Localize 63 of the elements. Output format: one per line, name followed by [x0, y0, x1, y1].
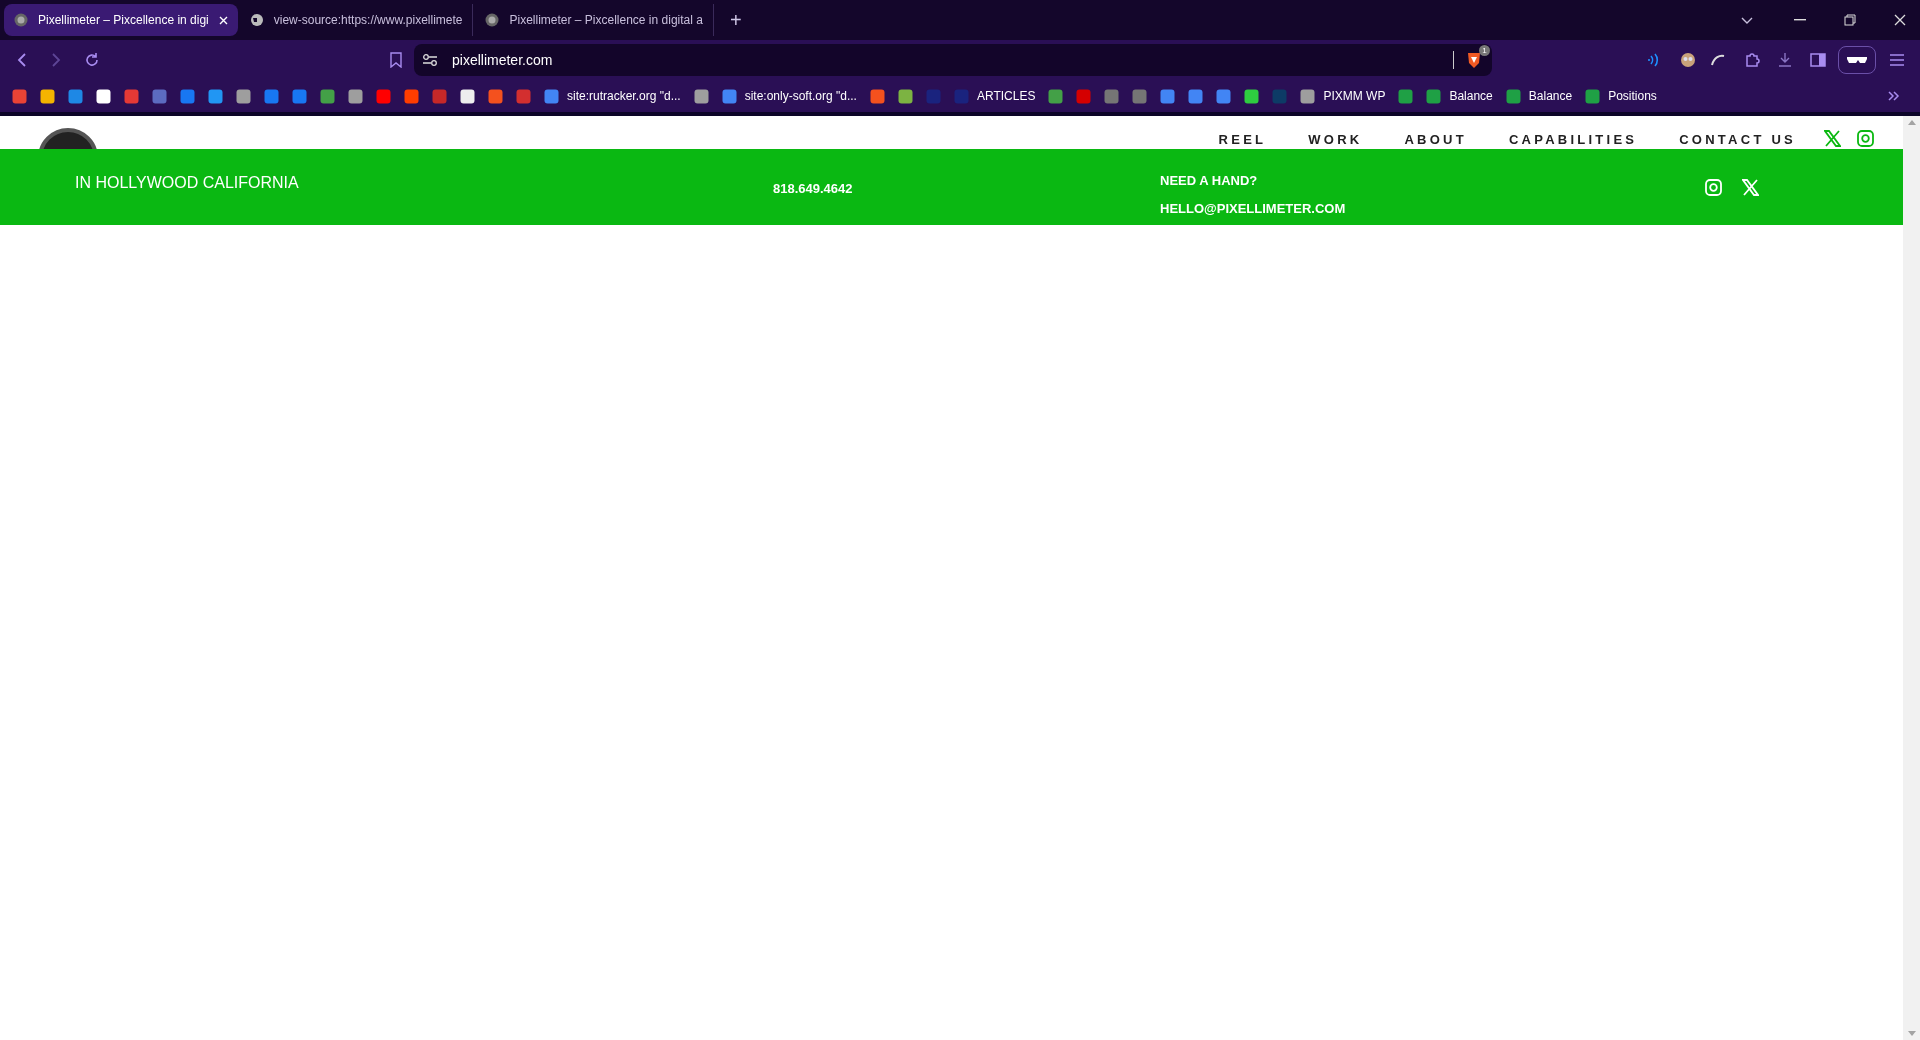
site-icon — [485, 13, 500, 27]
bookmark-button[interactable] — [236, 88, 251, 104]
bookmark-link[interactable]: ARTICLES — [953, 87, 1036, 105]
site-settings-icon[interactable] — [422, 53, 438, 67]
location-text: IN HOLLYWOOD CALIFORNIA — [75, 173, 300, 193]
extension-icon[interactable] — [1710, 53, 1726, 67]
bookmark-button[interactable] — [348, 88, 363, 104]
shield-icon[interactable] — [1466, 51, 1482, 69]
new-tab-button[interactable]: + — [723, 5, 748, 35]
help-heading: NEED A HAND? — [1160, 172, 1259, 190]
bookmark-icon[interactable] — [390, 52, 402, 68]
incognito-button[interactable] — [1838, 46, 1876, 74]
bookmark-link[interactable]: site:only-soft.org "d... — [721, 87, 857, 105]
download-icon[interactable] — [1778, 52, 1792, 68]
puzzle-icon[interactable] — [1744, 52, 1760, 68]
nav-link[interactable]: REEL — [1218, 130, 1267, 150]
bookmark-link[interactable]: site:rutracker.org "d... — [544, 87, 681, 105]
close-icon[interactable] — [1894, 14, 1906, 26]
bookmark-button[interactable] — [40, 88, 55, 104]
menu-icon[interactable] — [1890, 54, 1904, 66]
bookmark-button[interactable] — [897, 88, 913, 104]
bookmark-label: PIXMM WP — [1323, 88, 1386, 105]
bookmark-link[interactable]: Balance — [1426, 87, 1493, 105]
bookmark-button[interactable] — [1244, 88, 1260, 104]
bookmark-label: site:rutracker.org "d... — [567, 88, 681, 105]
bookmark-button[interactable] — [693, 88, 709, 104]
browser-tab[interactable]: Pixellimeter – Pixcellence in digital a — [475, 4, 714, 36]
tab-title: Pixellimeter – Pixcellence in digi — [38, 12, 209, 29]
url-text: pixellimeter.com — [452, 50, 553, 70]
shield-count-badge: 1 — [1479, 45, 1490, 56]
globe-icon — [249, 13, 264, 27]
bookmark-label: Balance — [1528, 88, 1573, 105]
nav-link[interactable]: CONTACT US — [1679, 130, 1796, 150]
tab-title: Pixellimeter – Pixcellence in digital a — [509, 12, 703, 29]
sunglasses-icon — [1846, 56, 1868, 64]
nav-link[interactable]: WORK — [1308, 130, 1363, 150]
reload-icon[interactable] — [84, 52, 100, 68]
tab-title: view-source:https://www.pixellimete — [273, 12, 463, 29]
nav-link[interactable]: CAPABILITIES — [1508, 130, 1638, 150]
bookmark-label: Positions — [1608, 88, 1657, 105]
back-icon[interactable] — [16, 52, 28, 68]
bookmark-label: Balance — [1449, 88, 1493, 105]
close-tab-icon[interactable] — [218, 15, 228, 25]
bookmark-label: ARTICLES — [976, 88, 1036, 105]
minimize-icon[interactable] — [1794, 19, 1806, 21]
bookmark-label: site:only-soft.org "d... — [744, 88, 857, 105]
sidebar-icon[interactable] — [1810, 53, 1826, 67]
restore-icon[interactable] — [1844, 14, 1856, 26]
browser-tab[interactable]: Pixellimeter – Pixcellence in digi — [4, 4, 238, 36]
face-icon[interactable] — [1680, 52, 1696, 68]
address-bar[interactable]: pixellimeter.com 1 — [414, 44, 1492, 76]
more-bookmarks-icon[interactable] — [1888, 91, 1900, 101]
bookmark-button[interactable] — [460, 88, 475, 104]
instagram-icon[interactable] — [1857, 130, 1874, 147]
bookmark-button[interactable] — [96, 88, 111, 104]
tab-list-icon[interactable] — [1740, 15, 1754, 25]
x-logo-icon[interactable] — [1824, 130, 1841, 147]
bookmark-link[interactable]: Balance — [1505, 87, 1573, 105]
browser-tab[interactable]: view-source:https://www.pixellimete — [239, 4, 474, 36]
bookmark-link[interactable]: Positions — [1585, 87, 1657, 105]
nav-link[interactable]: ABOUT — [1404, 130, 1467, 150]
bookmark-link[interactable]: PIXMM WP — [1300, 87, 1386, 105]
site-icon — [14, 13, 28, 27]
